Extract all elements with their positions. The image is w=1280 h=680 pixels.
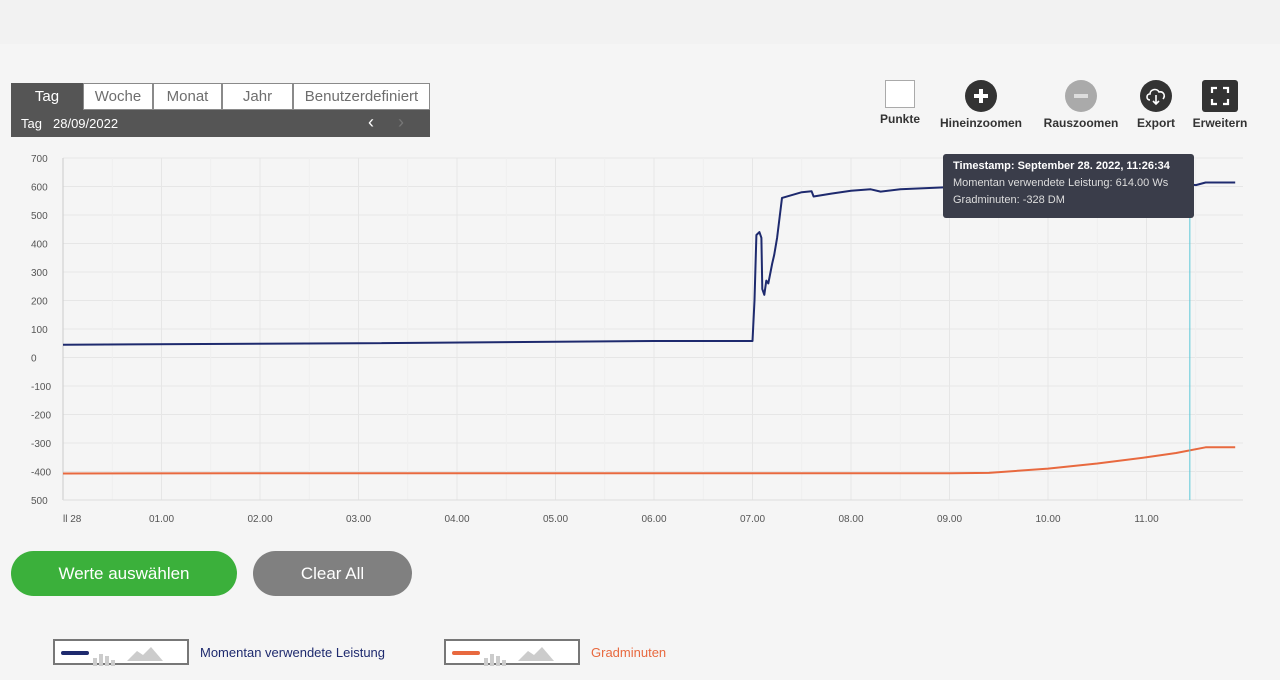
tab-tag[interactable]: Tag <box>11 83 83 110</box>
y-tick-label: 100 <box>31 325 48 336</box>
tab-monat[interactable]: Monat <box>153 83 222 110</box>
x-tick-label: 11.00 <box>1134 514 1159 525</box>
tab-woche[interactable]: Woche <box>83 83 153 110</box>
x-tick-label: 05.00 <box>543 514 568 525</box>
y-tick-label: -400 <box>31 468 51 479</box>
x-tick-label: 10.00 <box>1035 514 1060 525</box>
area-chart-icon <box>127 647 163 661</box>
x-tick-label: 04.00 <box>444 514 469 525</box>
tooltip-timestamp: Timestamp: September 28. 2022, 11:26:34 <box>953 160 1170 172</box>
chevron-left-icon[interactable]: ‹ <box>368 112 374 133</box>
x-tick-label: 01.00 <box>149 514 174 525</box>
zoom-out-label: Rauszoomen <box>1043 116 1119 130</box>
tab-benutzerdefiniert[interactable]: Benutzerdefiniert <box>293 83 430 110</box>
legend-toggle-series1[interactable] <box>53 639 189 666</box>
expand-label: Erweitern <box>1192 116 1248 130</box>
period-tabs: Tag Woche Monat Jahr Benutzerdefiniert <box>11 83 430 110</box>
points-label: Punkte <box>879 112 920 126</box>
legend-line-series2 <box>452 651 480 655</box>
zoom-out-button[interactable]: Rauszoomen <box>1039 80 1123 130</box>
y-tick-label: 500 <box>31 496 48 507</box>
x-tick-label: 09.00 <box>937 514 962 525</box>
y-tick-label: 600 <box>31 183 48 194</box>
legend-label-series2[interactable]: Gradminuten <box>591 645 666 660</box>
area-chart-icon <box>518 647 554 661</box>
y-tick-label: 200 <box>31 297 48 308</box>
x-tick-label: 08.00 <box>838 514 863 525</box>
tooltip-series1-value: Momentan verwendete Leistung: 614.00 Ws <box>953 177 1169 189</box>
checkbox-icon[interactable] <box>885 80 915 108</box>
x-tick-label: 02.00 <box>247 514 272 525</box>
y-tick-label: 0 <box>31 354 37 365</box>
legend-toggle-series2[interactable] <box>444 639 580 666</box>
y-tick-label: 500 <box>31 211 48 222</box>
y-tick-label: -300 <box>31 439 51 450</box>
date-row: Tag 28/09/2022 ‹ › <box>11 110 430 137</box>
fullscreen-icon <box>1202 80 1238 112</box>
bar-chart-icon <box>93 648 117 666</box>
zoom-in-button[interactable]: Hineinzoomen <box>934 80 1028 130</box>
minus-icon <box>1065 80 1097 112</box>
zoom-in-label: Hineinzoomen <box>939 116 1022 130</box>
series-line-2 <box>62 446 1236 475</box>
top-bar <box>0 0 1280 44</box>
chart-tooltip: Timestamp: September 28. 2022, 11:26:34 … <box>943 154 1194 218</box>
x-tick-label: ll 28 <box>63 514 82 525</box>
x-tick-label: 03.00 <box>346 514 371 525</box>
clear-all-button[interactable]: Clear All <box>253 551 412 596</box>
y-tick-label: -200 <box>31 411 51 422</box>
expand-button[interactable]: Erweitern <box>1189 80 1251 130</box>
y-tick-label: 400 <box>31 240 48 251</box>
points-toggle[interactable]: Punkte <box>878 80 922 126</box>
date-label: Tag <box>21 116 42 131</box>
y-tick-label: -100 <box>31 382 51 393</box>
select-values-button[interactable]: Werte auswählen <box>11 551 237 596</box>
tooltip-series2-value: Gradminuten: -328 DM <box>953 194 1065 206</box>
x-tick-label: 06.00 <box>641 514 666 525</box>
export-label: Export <box>1136 116 1175 130</box>
plus-icon <box>965 80 997 112</box>
legend-line-series1 <box>61 651 89 655</box>
export-button[interactable]: Export <box>1133 80 1179 130</box>
y-tick-label: 300 <box>31 268 48 279</box>
period-selector: Tag Woche Monat Jahr Benutzerdefiniert T… <box>11 83 430 137</box>
cloud-download-icon <box>1140 80 1172 112</box>
bar-chart-icon <box>484 648 508 666</box>
legend-label-series1[interactable]: Momentan verwendete Leistung <box>200 645 385 660</box>
tab-jahr[interactable]: Jahr <box>222 83 293 110</box>
y-tick-label: 700 <box>31 154 48 165</box>
chevron-right-icon: › <box>398 112 404 132</box>
x-tick-label: 07.00 <box>740 514 765 525</box>
date-value: 28/09/2022 <box>53 116 119 131</box>
